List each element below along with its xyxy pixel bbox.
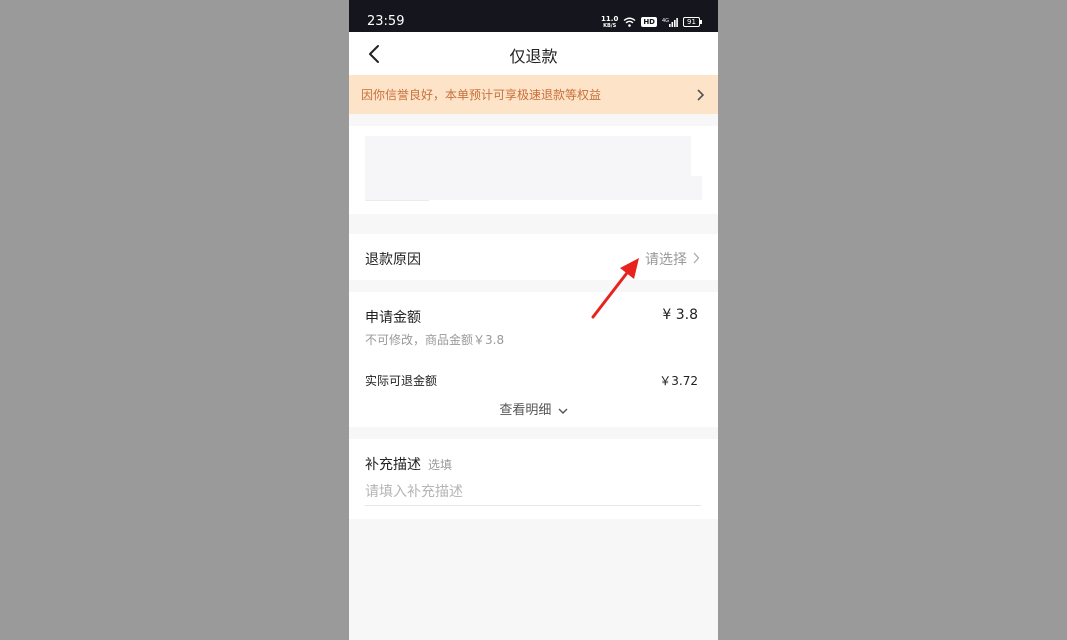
description-card: 补充描述 选填 — [349, 439, 718, 519]
refund-reason-row[interactable]: 退款原因 请选择 — [349, 234, 718, 280]
apply-amount-note: 不可修改，商品金额￥3.8 — [365, 333, 505, 347]
actual-refund-label: 实际可退金额 — [365, 374, 438, 388]
phone-screen: 23:59 11.0 KB/S HD 4G 91 仅退款 因你信誉良好，本单预计… — [349, 0, 718, 640]
view-detail-label: 查看明细 — [499, 403, 552, 418]
signal-icon: 4G — [662, 18, 678, 27]
page-title: 仅退款 — [509, 47, 558, 66]
status-icons: 11.0 KB/S HD 4G 91 — [601, 14, 702, 30]
refund-reason-label: 退款原因 — [365, 252, 421, 268]
chevron-right-icon — [693, 252, 700, 264]
apply-amount-value: ¥ 3.8 — [662, 307, 698, 323]
hd-badge: HD — [641, 17, 657, 27]
apply-amount-label: 申请金额 — [365, 310, 421, 326]
description-input[interactable] — [365, 479, 701, 506]
actual-refund-value: ￥3.72 — [659, 374, 698, 388]
product-divider — [365, 200, 429, 201]
chevron-down-icon — [558, 408, 568, 414]
svg-text:4G: 4G — [662, 18, 669, 24]
banner-text: 因你信誉良好，本单预计可享极速退款等权益 — [361, 88, 602, 102]
status-time: 23:59 — [367, 14, 405, 29]
network-speed: 11.0 KB/S — [601, 14, 619, 29]
wifi-icon — [623, 17, 636, 27]
nav-bar: 仅退款 — [349, 32, 718, 75]
product-placeholder-extension — [365, 176, 702, 200]
product-card — [349, 126, 718, 214]
description-optional-tag: 选填 — [428, 458, 453, 472]
battery-icon: 91 — [683, 17, 702, 27]
view-detail-button[interactable]: 查看明细 — [349, 399, 718, 418]
credit-banner[interactable]: 因你信誉良好，本单预计可享极速退款等权益 — [349, 75, 718, 114]
status-bar: 23:59 11.0 KB/S HD 4G 91 — [349, 0, 718, 32]
amount-card: 申请金额 ¥ 3.8 不可修改，商品金额￥3.8 实际可退金额 ￥3.72 查看… — [349, 292, 718, 427]
description-label: 补充描述 — [365, 457, 421, 473]
refund-reason-value: 请选择 — [645, 252, 687, 268]
chevron-right-icon — [697, 89, 705, 101]
